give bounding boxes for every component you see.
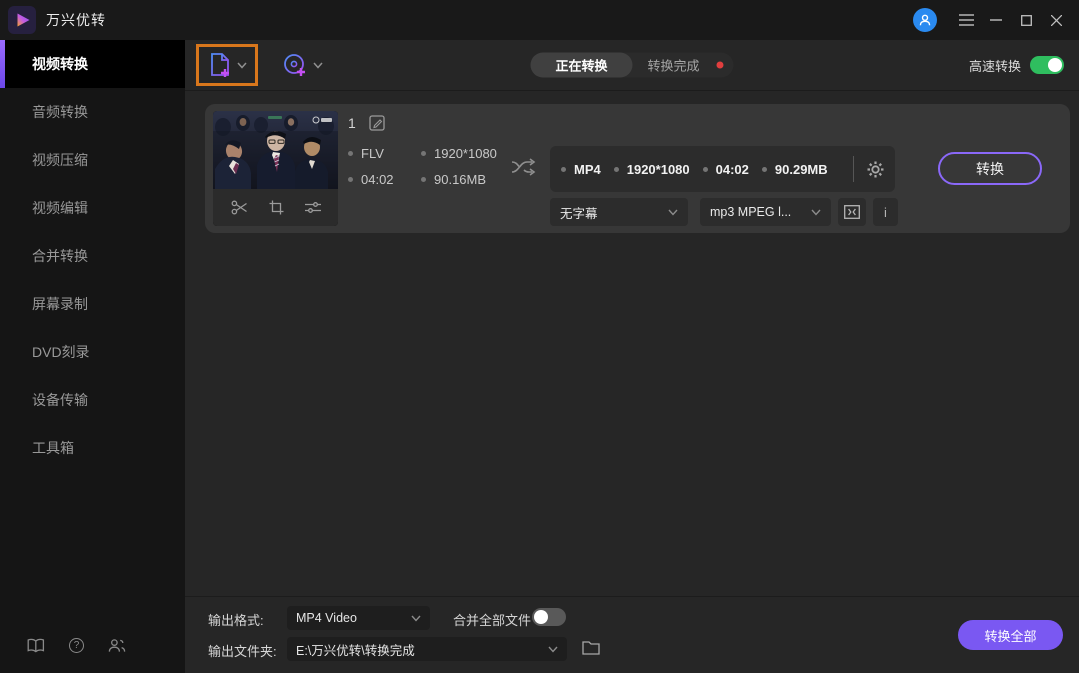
footer-bar: 输出格式: MP4 Video 合并全部文件 输出文件夹: E:\万兴优转\转换… <box>185 596 1079 672</box>
sidebar-item-label: 合并转换 <box>32 248 88 264</box>
crop-icon[interactable] <box>269 200 284 215</box>
output-settings-gear-icon[interactable] <box>867 161 884 178</box>
compress-icon <box>844 205 860 219</box>
add-file-icon <box>210 53 229 77</box>
fast-convert-toggle[interactable] <box>1030 56 1064 74</box>
output-resolution: 1920*1080 <box>613 162 690 177</box>
convert-arrow-icon <box>511 156 537 178</box>
menu-icon[interactable] <box>951 0 981 40</box>
output-format-value: MP4 Video <box>296 611 357 625</box>
output-folder-value: E:\万兴优转\转换完成 <box>296 643 415 658</box>
app-window: 万兴优转 视频转换 音频转换 视频压缩 视频编辑 合并转换 屏幕录制 DVD刻录… <box>0 0 1079 673</box>
chevron-down-icon <box>411 615 421 622</box>
convert-all-button[interactable]: 转换全部 <box>958 620 1063 650</box>
sidebar-item-dvd-burn[interactable]: DVD刻录 <box>0 328 185 376</box>
video-thumbnail[interactable] <box>213 111 338 226</box>
subtitle-select[interactable]: 无字幕 <box>550 198 688 226</box>
task-card: 1 FLV 1920*1080 04:02 90.16MB MP4 1920*1… <box>205 104 1070 233</box>
toolbar: 正在转换 转换完成 高速转换 <box>185 40 1079 91</box>
sidebar-item-video-compress[interactable]: 视频压缩 <box>0 136 185 184</box>
fast-convert-label: 高速转换 <box>968 58 1021 74</box>
tab-converting[interactable]: 正在转换 <box>530 52 633 78</box>
sidebar-item-label: 屏幕录制 <box>32 296 88 312</box>
info-glyph: i <box>884 204 887 220</box>
tab-finished[interactable]: 转换完成 <box>633 53 715 78</box>
guide-book-icon[interactable] <box>27 637 45 653</box>
rename-edit-icon[interactable] <box>369 115 385 131</box>
sidebar: 视频转换 音频转换 视频压缩 视频编辑 合并转换 屏幕录制 DVD刻录 设备传输… <box>0 40 185 673</box>
question-glyph: ? <box>73 639 80 651</box>
info-button[interactable]: i <box>873 198 898 226</box>
sidebar-item-label: 视频编辑 <box>32 200 88 216</box>
compress-button[interactable] <box>838 198 866 226</box>
sidebar-item-screen-record[interactable]: 屏幕录制 <box>0 280 185 328</box>
help-icon[interactable]: ? <box>69 637 84 653</box>
file-index: 1 <box>348 115 356 131</box>
chevron-down-icon <box>236 62 247 69</box>
subtitle-select-value: 无字幕 <box>560 206 598 221</box>
titlebar: 万兴优转 <box>0 0 1079 40</box>
merge-all-label: 合并全部文件 <box>453 613 532 628</box>
close-icon[interactable] <box>1041 0 1071 40</box>
sidebar-item-label: 视频压缩 <box>32 152 88 168</box>
status-tabs: 正在转换 转换完成 <box>530 52 734 78</box>
thumbnail-toolbar <box>213 189 338 226</box>
app-logo-icon <box>8 6 36 34</box>
sidebar-item-audio-convert[interactable]: 音频转换 <box>0 88 185 136</box>
audio-track-select[interactable]: mp3 MPEG l... <box>700 198 831 226</box>
tab-label: 转换完成 <box>647 58 700 74</box>
source-format: FLV <box>348 146 421 161</box>
output-folder-label: 输出文件夹: <box>208 644 277 659</box>
sidebar-item-merge-convert[interactable]: 合并转换 <box>0 232 185 280</box>
convert-button[interactable]: 转换 <box>938 152 1042 185</box>
tab-label: 正在转换 <box>555 58 608 74</box>
add-disc-button[interactable] <box>274 44 330 86</box>
main-area: 正在转换 转换完成 高速转换 1 FLV 1920*1080 04:02 90.… <box>185 40 1079 673</box>
chevron-down-icon <box>312 62 323 69</box>
task-list: 1 FLV 1920*1080 04:02 90.16MB MP4 1920*1… <box>185 91 1079 596</box>
source-resolution: 1920*1080 <box>421 146 497 161</box>
sidebar-item-label: 设备传输 <box>32 392 88 408</box>
effects-slider-icon[interactable] <box>304 201 321 214</box>
maximize-icon[interactable] <box>1011 0 1041 40</box>
output-folder-select[interactable]: E:\万兴优转\转换完成 <box>287 637 567 661</box>
finished-badge-dot <box>716 61 724 69</box>
output-info-box: MP4 1920*1080 04:02 90.29MB <box>550 146 895 192</box>
app-title: 万兴优转 <box>46 12 106 28</box>
sidebar-item-video-convert[interactable]: 视频转换 <box>0 40 185 88</box>
video-frame <box>213 111 338 189</box>
chevron-down-icon <box>548 646 558 653</box>
contact-people-icon[interactable] <box>108 637 126 653</box>
output-format: MP4 <box>561 162 601 177</box>
trim-icon[interactable] <box>231 200 248 215</box>
output-size: 90.29MB <box>761 162 828 177</box>
chevron-down-icon <box>668 209 678 216</box>
sidebar-item-toolbox[interactable]: 工具箱 <box>0 424 185 472</box>
output-duration: 04:02 <box>702 162 749 177</box>
sidebar-item-video-edit[interactable]: 视频编辑 <box>0 184 185 232</box>
output-format-label: 输出格式: <box>208 613 264 628</box>
sidebar-item-label: DVD刻录 <box>32 344 90 360</box>
sidebar-item-label: 工具箱 <box>32 440 74 456</box>
source-duration: 04:02 <box>348 172 421 187</box>
source-size: 90.16MB <box>421 172 497 187</box>
sidebar-item-device-transfer[interactable]: 设备传输 <box>0 376 185 424</box>
source-info: FLV 1920*1080 04:02 90.16MB <box>348 146 497 187</box>
add-file-button[interactable] <box>196 44 258 86</box>
open-folder-icon[interactable] <box>582 640 600 655</box>
audio-select-value: mp3 MPEG l... <box>710 205 792 219</box>
sidebar-item-label: 视频转换 <box>32 56 88 72</box>
user-avatar[interactable] <box>913 8 937 32</box>
merge-all-toggle[interactable] <box>532 608 566 626</box>
output-format-select[interactable]: MP4 Video <box>287 606 430 630</box>
chevron-down-icon <box>811 209 821 216</box>
sidebar-item-label: 音频转换 <box>32 104 88 120</box>
divider <box>853 156 854 182</box>
minimize-icon[interactable] <box>981 0 1011 40</box>
add-disc-icon <box>283 54 305 76</box>
